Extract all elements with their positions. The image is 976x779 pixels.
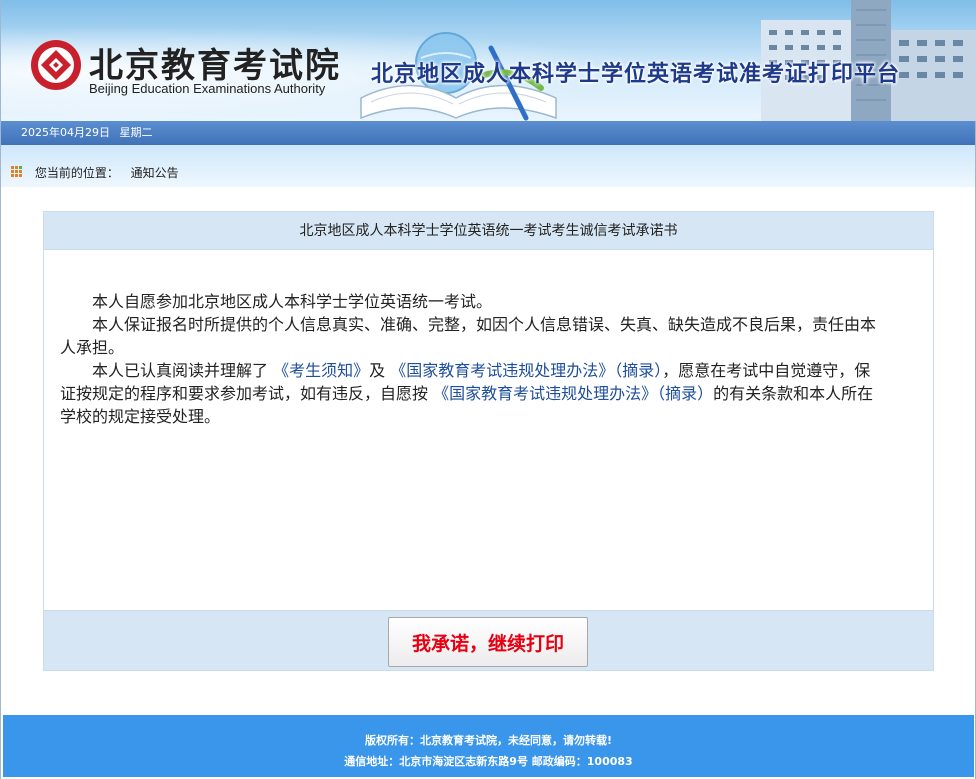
pledge-p3-part-a: 本人已认真阅读并理解了 — [92, 361, 269, 380]
violation-rules-link[interactable]: 《国家教育考试违规处理办法》（摘录） — [390, 361, 662, 380]
pledge-paragraph-3: 本人已认真阅读并理解了 《考生须知》及 《国家教育考试违规处理办法》（摘录），愿… — [60, 359, 881, 428]
breadcrumb: 您当前的位置： 通知公告 — [1, 145, 975, 187]
logo-english-name: Beijing Education Examinations Authority — [89, 81, 326, 96]
breadcrumb-current[interactable]: 通知公告 — [131, 166, 179, 180]
current-weekday: 星期二 — [119, 126, 153, 139]
panel-footer: 我承诺，继续打印 — [44, 610, 933, 670]
site-footer: 版权所有：北京教育考试院，未经同意，请勿转载! 通信地址：北京市海淀区志新东路9… — [3, 715, 974, 777]
violation-rules-link-2[interactable]: 《国家教育考试违规处理办法》（摘录） — [433, 384, 713, 403]
breadcrumb-label: 您当前的位置： — [34, 166, 119, 180]
date-bar: 2025年04月29日 星期二 — [1, 121, 975, 145]
authority-logo-icon — [31, 40, 81, 90]
pledge-paragraph-1: 本人自愿参加北京地区成人本科学士学位英语统一考试。 — [92, 292, 493, 311]
logo-chinese-name: 北京教育考试院 — [89, 46, 341, 86]
platform-title: 北京地区成人本科学士学位英语考试准考证打印平台 — [371, 62, 901, 87]
footer-copyright: 版权所有：北京教育考试院，未经同意，请勿转载! — [364, 734, 612, 747]
location-grid-icon — [11, 165, 23, 178]
current-date: 2025年04月29日 — [21, 126, 110, 139]
panel-title: 北京地区成人本科学士学位英语统一考试考生诚信考试承诺书 — [44, 212, 933, 250]
pledge-text: 本人自愿参加北京地区成人本科学士学位英语统一考试。 本人保证报名时所提供的个人信… — [44, 250, 933, 610]
promise-continue-print-button[interactable]: 我承诺，继续打印 — [388, 617, 588, 667]
pledge-paragraph-2: 本人保证报名时所提供的个人信息真实、准确、完整，如因个人信息错误、失真、缺失造成… — [60, 315, 877, 357]
pledge-panel: 北京地区成人本科学士学位英语统一考试考生诚信考试承诺书 本人自愿参加北京地区成人… — [43, 211, 934, 671]
footer-address: 通信地址：北京市海淀区志新东路9号 邮政编码：100083 — [344, 755, 633, 768]
header-banner: 北京教育考试院 Beijing Education Examinations A… — [1, 0, 976, 121]
exam-notice-link[interactable]: 《考生须知》 — [273, 361, 369, 380]
pledge-p3-part-b: 及 — [369, 361, 386, 380]
